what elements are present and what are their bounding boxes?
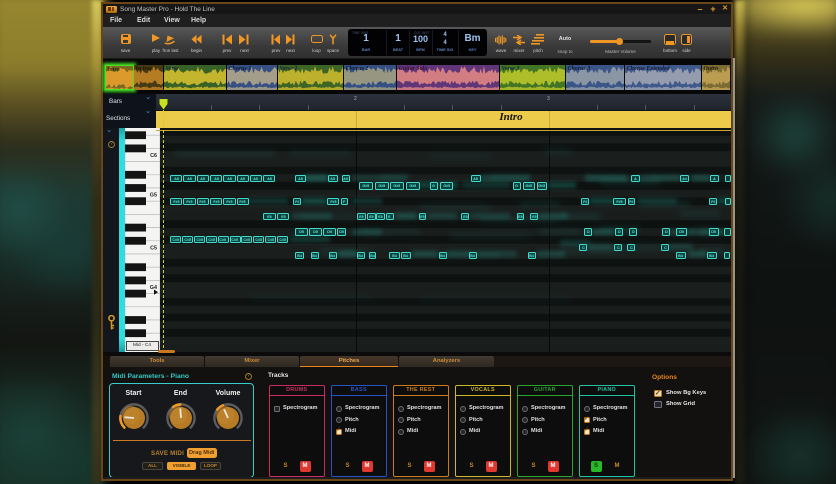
svg-text:G4: G4 <box>150 285 157 291</box>
svg-text:G5: G5 <box>150 193 157 199</box>
svg-text:C6: C6 <box>150 153 157 159</box>
svg-text:C5: C5 <box>150 245 157 251</box>
